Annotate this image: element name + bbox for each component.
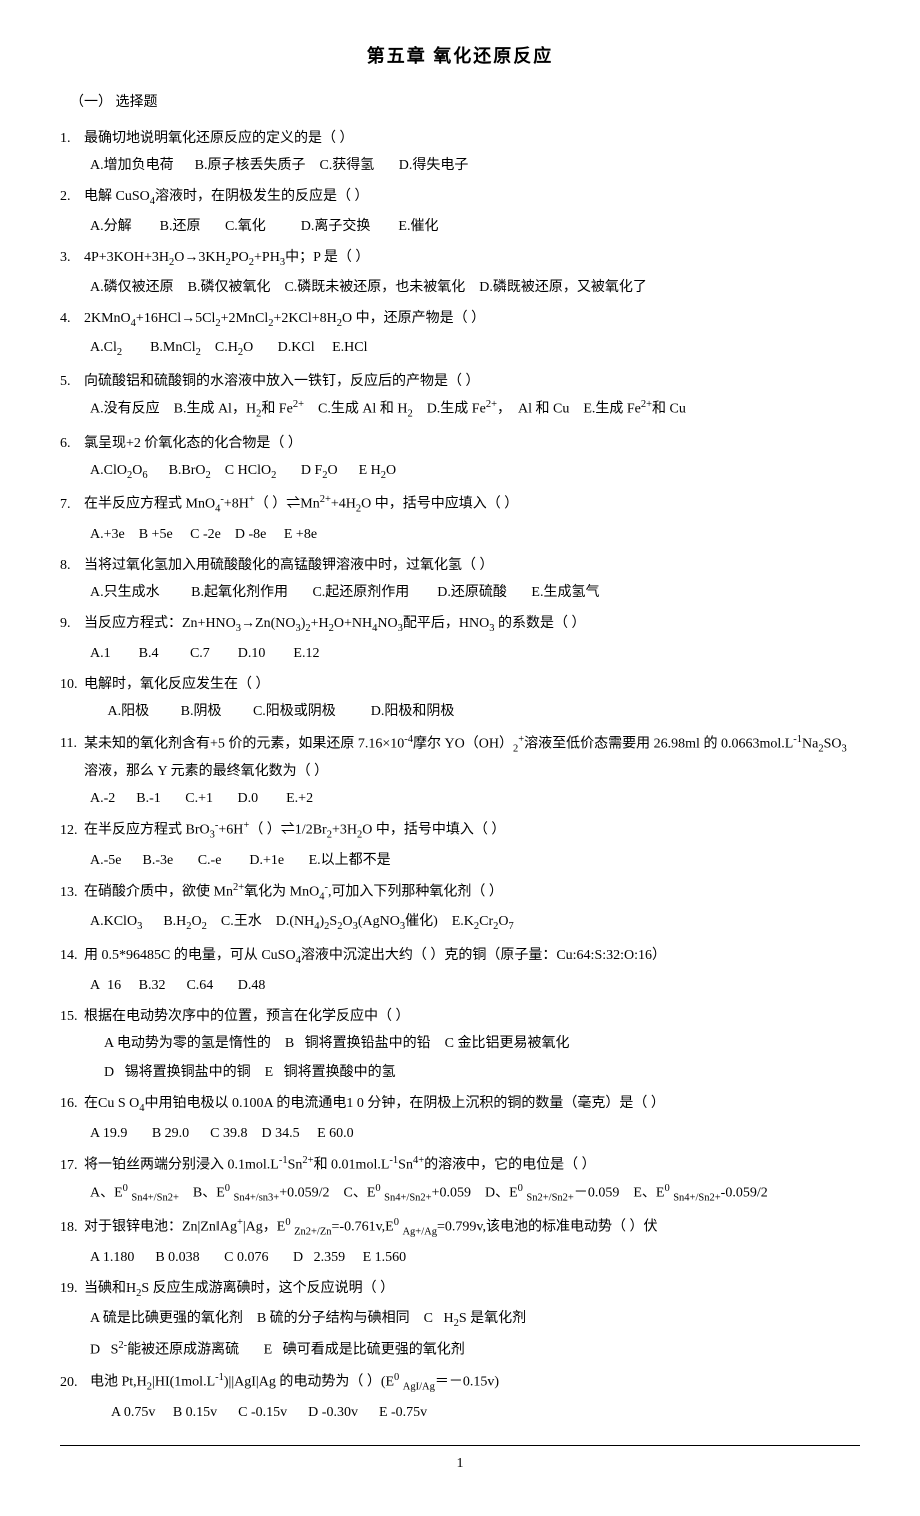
q15-text: 根据在电动势次序中的位置，预言在化学反应中（ ）	[84, 1004, 860, 1029]
q15-options-b: D 锡将置换铜盐中的铜 E 铜将置换酸中的氢	[90, 1060, 860, 1085]
q9-text: 当反应方程式：Zn+HNO3→Zn(NO3)2+H2O+NH4NO3配平后，HN…	[84, 611, 860, 639]
q12-options: A.-5e B.-3e C.-e D.+1e E.以上都不是	[90, 848, 860, 873]
q20-options: A 0.75v B 0.15v C -0.15v D -0.30v E -0.7…	[90, 1400, 860, 1425]
q6-options: A.ClO2O6 B.BrO2 C HClO2 D F2O E H2O	[90, 458, 860, 486]
question-3: 3. 4P+3KOH+3H2O→3KH2PO2+PH3中；P 是（ ） A.磷仅…	[60, 245, 860, 300]
q13-text: 在硝酸介质中，欲使 Mn2+氧化为 MnO4-,可加入下列那种氧化剂（ ）	[84, 879, 860, 907]
q16-options: A 19.9 B 29.0 C 39.8 D 34.5 E 60.0	[90, 1121, 860, 1146]
q9-num: 9.	[60, 611, 84, 636]
q17-options: A、E0 Sn4+/Sn2+ B、E0 Sn4+/sn3++0.059/2 C、…	[90, 1180, 860, 1208]
question-17: 17. 将一铂丝两端分别浸入 0.1mol.L-1Sn2+和 0.01mol.L…	[60, 1152, 860, 1208]
question-18: 18. 对于银锌电池：Zn|Zn‖Ag+|Ag，E0 Zn2+/Zn=-0.76…	[60, 1214, 860, 1270]
q11-options: A.-2 B.-1 C.+1 D.0 E.+2	[90, 786, 860, 811]
question-16: 16. 在Cu S O4中用铂电极以 0.100A 的电流通电1 0 分钟，在阴…	[60, 1091, 860, 1146]
question-6: 6. 氯呈现+2 价氧化态的化合物是（ ） A.ClO2O6 B.BrO2 C …	[60, 431, 860, 486]
q5-options: A.没有反应 B.生成 Al，H2和 Fe2+ C.生成 Al 和 H2 D.生…	[90, 396, 860, 424]
q13-num: 13.	[60, 880, 84, 905]
q8-text: 当将过氧化氢加入用硫酸酸化的高锰酸钾溶液中时，过氧化氢（ ）	[84, 553, 860, 578]
q12-num: 12.	[60, 818, 84, 843]
page-container: 第五章 氧化还原反应 （一） 选择题 1. 最确切地说明氧化还原反应的定义的是（…	[60, 40, 860, 1476]
q14-options: A 16 B.32 C.64 D.48	[90, 973, 860, 998]
question-1: 1. 最确切地说明氧化还原反应的定义的是（ ） A.增加负电荷 B.原子核丢失质…	[60, 126, 860, 178]
q8-num: 8.	[60, 553, 84, 578]
question-9: 9. 当反应方程式：Zn+HNO3→Zn(NO3)2+H2O+NH4NO3配平后…	[60, 611, 860, 666]
q18-num: 18.	[60, 1215, 84, 1240]
q4-options: A.Cl2 B.MnCl2 C.H2O D.KCl E.HCl	[90, 335, 860, 363]
question-13: 13. 在硝酸介质中，欲使 Mn2+氧化为 MnO4-,可加入下列那种氧化剂（ …	[60, 879, 860, 937]
section-header: （一） 选择题	[70, 90, 860, 115]
question-8: 8. 当将过氧化氢加入用硫酸酸化的高锰酸钾溶液中时，过氧化氢（ ） A.只生成水…	[60, 553, 860, 605]
q13-options: A.KClO3 B.H2O2 C.王水 D.(NH4)2S2O3(AgNO3催化…	[90, 909, 860, 937]
question-4: 4. 2KMnO4+16HCl→5Cl2+2MnCl2+2KCl+8H2O 中，…	[60, 306, 860, 363]
q18-options: A 1.180 B 0.038 C 0.076 D 2.359 E 1.560	[90, 1245, 860, 1270]
q15-num: 15.	[60, 1004, 84, 1029]
q5-num: 5.	[60, 369, 84, 394]
q9-options: A.1 B.4 C.7 D.10 E.12	[90, 641, 860, 666]
q11-num: 11.	[60, 731, 84, 756]
q6-num: 6.	[60, 431, 84, 456]
q10-num: 10.	[60, 672, 84, 697]
question-19: 19. 当碘和H2S 反应生成游离碘时，这个反应说明（ ） A 硫是比碘更强的氧…	[60, 1276, 860, 1363]
q4-text: 2KMnO4+16HCl→5Cl2+2MnCl2+2KCl+8H2O 中，还原产…	[84, 306, 860, 334]
q16-num: 16.	[60, 1091, 84, 1116]
q19-options-b: D S2-能被还原成游离硫 E 碘可看成是比硫更强的氧化剂	[90, 1337, 860, 1363]
q20-num: 20.	[60, 1370, 90, 1395]
q14-num: 14.	[60, 943, 84, 968]
q6-text: 氯呈现+2 价氧化态的化合物是（ ）	[84, 431, 860, 456]
q19-options-a: A 硫是比碘更强的氧化剂 B 硫的分子结构与碘相同 C H2S 是氧化剂	[90, 1306, 860, 1334]
q2-text: 电解 CuSO4溶液时，在阴极发生的反应是（ ）	[84, 184, 860, 212]
q8-options: A.只生成水 B.起氧化剂作用 C.起还原剂作用 D.还原硫酸 E.生成氢气	[90, 580, 860, 605]
q17-text: 将一铂丝两端分别浸入 0.1mol.L-1Sn2+和 0.01mol.L-1Sn…	[84, 1152, 860, 1178]
question-2: 2. 电解 CuSO4溶液时，在阴极发生的反应是（ ） A.分解 B.还原 C.…	[60, 184, 860, 239]
q19-text: 当碘和H2S 反应生成游离碘时，这个反应说明（ ）	[84, 1276, 860, 1304]
page-title: 第五章 氧化还原反应	[60, 40, 860, 72]
question-15: 15. 根据在电动势次序中的位置，预言在化学反应中（ ） A 电动势为零的氢是惰…	[60, 1004, 860, 1086]
question-11: 11. 某未知的氧化剂含有+5 价的元素，如果还原 7.16×10-4摩尔 YO…	[60, 731, 860, 812]
q11-text: 某未知的氧化剂含有+5 价的元素，如果还原 7.16×10-4摩尔 YO（OH）…	[84, 731, 860, 785]
question-14: 14. 用 0.5*96485C 的电量，可从 CuSO4溶液中沉淀出大约（ ）…	[60, 943, 860, 998]
q16-text: 在Cu S O4中用铂电极以 0.100A 的电流通电1 0 分钟，在阴极上沉积…	[84, 1091, 860, 1119]
q19-num: 19.	[60, 1276, 84, 1301]
q15-options-a: A 电动势为零的氢是惰性的 B 铜将置换铅盐中的铅 C 金比铝更易被氧化	[90, 1031, 860, 1056]
q1-options: A.增加负电荷 B.原子核丢失质子 C.获得氢 D.得失电子	[90, 153, 860, 178]
q7-options: A.+3e B +5e C -2e D -8e E +8e	[90, 522, 860, 547]
q7-text: 在半反应方程式 MnO4-+8H+（ ）⇌Mn2++4H2O 中，括号中应填入（…	[84, 491, 860, 519]
q17-num: 17.	[60, 1153, 84, 1178]
question-20: 20. 电池 Pt,H2|HI(1mol.L-1)||AgI|Ag 的电动势为（…	[60, 1369, 860, 1425]
page-footer: 1	[60, 1445, 860, 1476]
question-10: 10. 电解时，氧化反应发生在（ ） A.阳极 B.阴极 C.阳极或阴极 D.阳…	[60, 672, 860, 724]
q10-text: 电解时，氧化反应发生在（ ）	[84, 672, 860, 697]
q7-num: 7.	[60, 492, 84, 517]
q20-text: 电池 Pt,H2|HI(1mol.L-1)||AgI|Ag 的电动势为（ ）(E…	[90, 1369, 860, 1397]
q14-text: 用 0.5*96485C 的电量，可从 CuSO4溶液中沉淀出大约（ ）克的铜（…	[84, 943, 860, 971]
question-12: 12. 在半反应方程式 BrO3-+6H+（ ）⇌1/2Br2+3H2O 中，括…	[60, 817, 860, 873]
q3-options: A.磷仅被还原 B.磷仅被氧化 C.磷既未被还原，也未被氧化 D.磷既被还原，又…	[90, 275, 860, 300]
question-7: 7. 在半反应方程式 MnO4-+8H+（ ）⇌Mn2++4H2O 中，括号中应…	[60, 491, 860, 547]
question-5: 5. 向硫酸铝和硫酸铜的水溶液中放入一铁钉，反应后的产物是（ ） A.没有反应 …	[60, 369, 860, 425]
q18-text: 对于银锌电池：Zn|Zn‖Ag+|Ag，E0 Zn2+/Zn=-0.761v,E…	[84, 1214, 860, 1242]
q10-options: A.阳极 B.阴极 C.阳极或阴极 D.阳极和阴极	[90, 699, 860, 724]
q12-text: 在半反应方程式 BrO3-+6H+（ ）⇌1/2Br2+3H2O 中，括号中填入…	[84, 817, 860, 845]
q2-options: A.分解 B.还原 C.氧化 D.离子交换 E.催化	[90, 214, 860, 239]
q3-num: 3.	[60, 245, 84, 270]
q3-text: 4P+3KOH+3H2O→3KH2PO2+PH3中；P 是（ ）	[84, 245, 860, 273]
page-number: 1	[457, 1456, 464, 1471]
q4-num: 4.	[60, 306, 84, 331]
q5-text: 向硫酸铝和硫酸铜的水溶液中放入一铁钉，反应后的产物是（ ）	[84, 369, 860, 394]
q1-num: 1.	[60, 126, 84, 151]
q2-num: 2.	[60, 184, 84, 209]
q1-text: 最确切地说明氧化还原反应的定义的是（ ）	[84, 126, 860, 151]
